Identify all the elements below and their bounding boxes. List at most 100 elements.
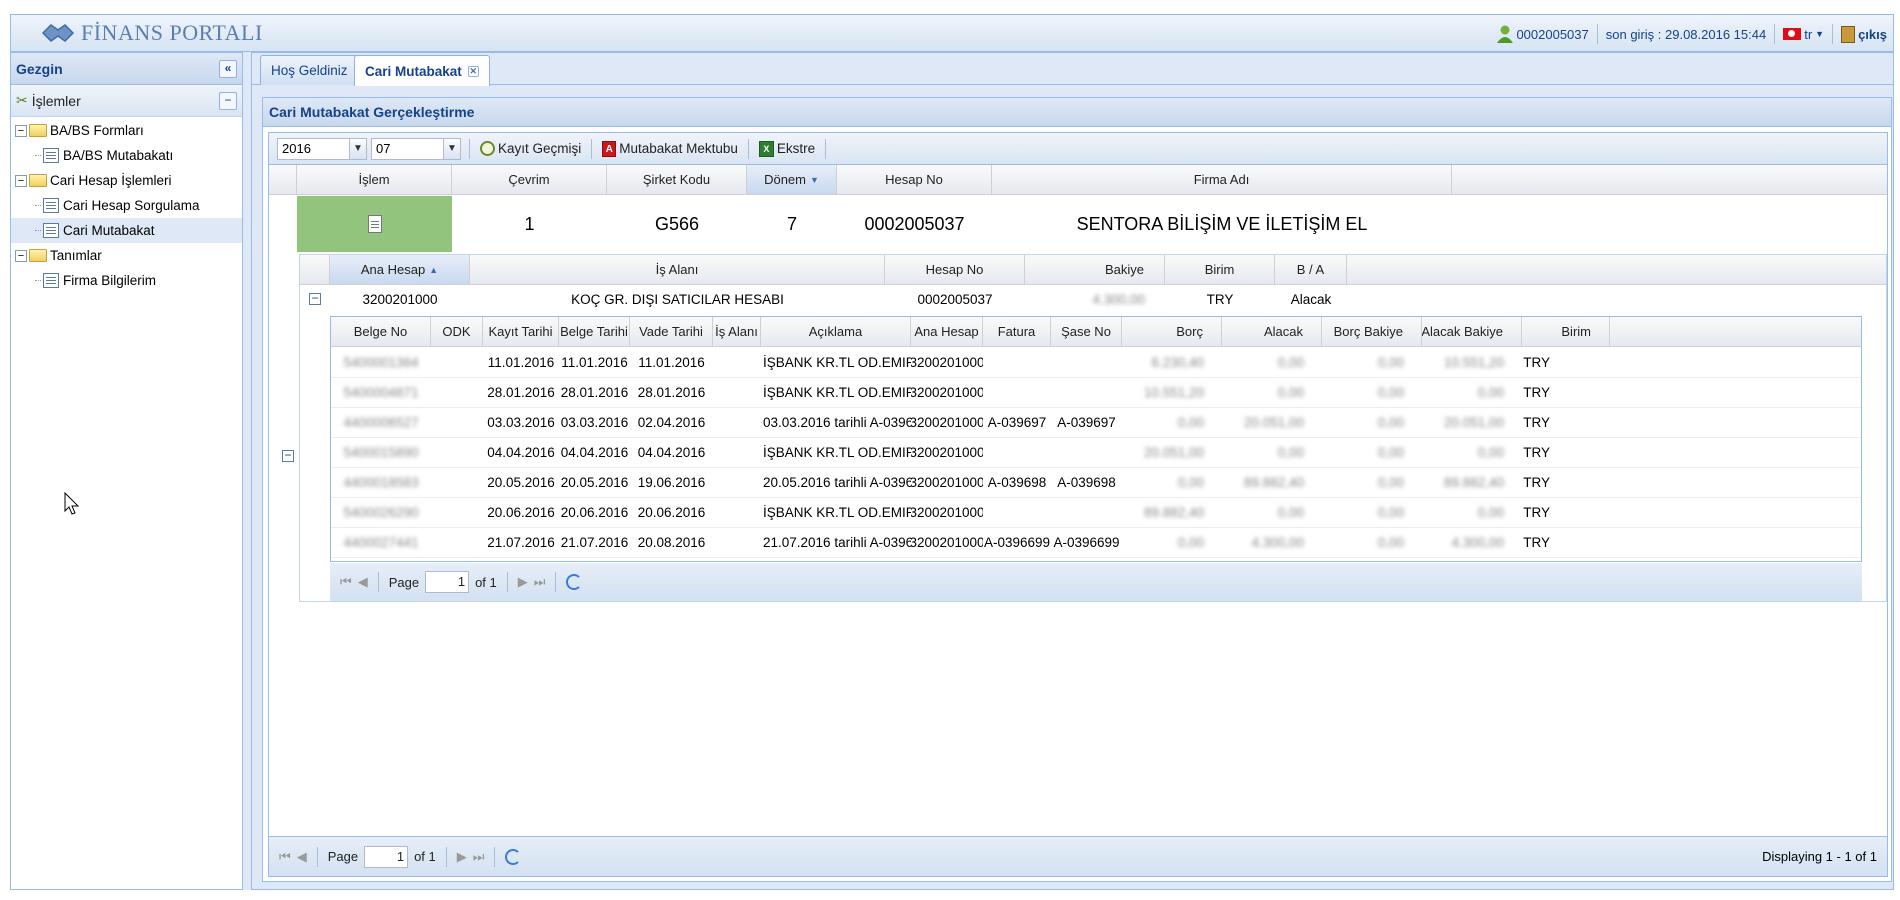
tree-expander-icon[interactable]: − [15, 174, 27, 187]
first-page-icon[interactable]: ⏮ [279, 849, 291, 865]
tree-item[interactable]: Cari Mutabakat [11, 218, 242, 243]
detail-col-header[interactable]: ODK [431, 317, 483, 346]
prev-page-icon[interactable]: ◀ [358, 574, 368, 590]
table-row[interactable]: 5400015890 04.04.2016 04.04.2016 04.04.2016… [331, 438, 1861, 468]
tree-expander-icon[interactable]: − [15, 124, 27, 137]
folder-icon [29, 249, 47, 262]
table-row[interactable]: 5400001364 11.01.2016 11.01.2016 11.01.2016… [331, 348, 1861, 378]
col-donem[interactable]: Dönem ▼ [747, 165, 837, 194]
sub-grid-row[interactable]: − 3200201000 KOÇ GR. DIŞI SATICILAR HESA… [300, 286, 1886, 312]
detail-col-header[interactable]: Borç [1122, 317, 1222, 346]
is-alani-cell: KOÇ GR. DIŞI SATICILAR HESABI [571, 291, 784, 307]
panel-splitter[interactable] [243, 52, 251, 890]
col-bakiye[interactable]: Bakiye [1025, 255, 1165, 284]
next-page-icon[interactable]: ▶ [518, 574, 528, 590]
detail-col-header[interactable]: Borç Bakiye [1322, 317, 1422, 346]
col-ba[interactable]: B / A [1275, 255, 1347, 284]
detail-col-header[interactable]: Kayıt Tarihi [483, 317, 559, 346]
detail-col-header[interactable]: Fatura [983, 317, 1051, 346]
detail-col-header[interactable]: Açıklama [761, 317, 911, 346]
col-firma-adi[interactable]: Firma Adı [992, 165, 1452, 194]
table-cell: 20.06.2016 [560, 505, 629, 520]
tree-item[interactable]: − Tanımlar [11, 243, 242, 268]
col-hesap-no[interactable]: Hesap No [885, 255, 1025, 284]
tree-item[interactable]: − Cari Hesap İşlemleri [11, 168, 242, 193]
bakiye-cell: 4.300,00 [1092, 291, 1145, 307]
main-grid-row[interactable]: 1 G566 7 0002005037 SENTORA BİLİŞİM VE İ… [269, 195, 1887, 253]
table-row[interactable]: 5400004871 28.01.2016 28.01.2016 28.01.2016… [331, 378, 1861, 408]
col-sirket-kodu[interactable]: Şirket Kodu [607, 165, 747, 194]
islemler-header: ✂ İşlemler − [11, 85, 242, 117]
col-hesap-no[interactable]: Hesap No [837, 165, 992, 194]
tree-expander-icon[interactable]: − [15, 249, 27, 262]
collapse-icon[interactable]: − [282, 449, 294, 462]
detail-col-header[interactable]: Alacak Bakiye [1422, 317, 1522, 346]
table-cell: TRY [1523, 415, 1550, 430]
refresh-icon[interactable] [505, 848, 522, 865]
table-cell: 4400027441 [343, 535, 419, 550]
col-birim[interactable]: Birim [1165, 255, 1275, 284]
detail-col-header[interactable]: Vade Tarihi [630, 317, 713, 346]
tree-item[interactable]: Firma Bilgilerim [11, 268, 242, 293]
page-input[interactable]: 1 [425, 571, 470, 593]
language-label: tr [1804, 26, 1813, 42]
table-row[interactable]: 4400027441 21.07.2016 21.07.2016 20.08.2016… [331, 528, 1861, 558]
header-user-area: 0002005037 son giriş : 29.08.2016 15:44 … [1497, 24, 1893, 44]
pager-separator [506, 572, 508, 592]
tab-cari-mutabakat[interactable]: Cari Mutabakat ✕ [354, 55, 490, 86]
table-row[interactable]: 4400018583 20.05.2016 20.05.2016 19.06.2016… [331, 468, 1861, 498]
ana-hesap-cell: 3200201000 [362, 291, 438, 307]
collapse-icon[interactable]: − [309, 293, 321, 305]
detail-col-header[interactable]: Şase No [1051, 317, 1122, 346]
tree-item[interactable]: BA/BS Mutabakatı [11, 143, 242, 168]
col-islem[interactable]: İşlem [297, 165, 452, 194]
tree-item[interactable]: − BA/BS Formları [11, 118, 242, 143]
col-is-alani[interactable]: İş Alanı [470, 255, 885, 284]
tree-item-label: BA/BS Formları [50, 123, 144, 138]
history-button[interactable]: Kayıt Geçmişi [478, 141, 583, 156]
detail-col-header[interactable]: Alacak [1222, 317, 1322, 346]
page-input[interactable]: 1 [364, 845, 409, 868]
logout-label: çıkış [1858, 26, 1887, 42]
detail-col-header[interactable]: Belge Tarihi [559, 317, 630, 346]
language-selector[interactable]: tr ▼ [1783, 27, 1824, 42]
logout-button[interactable]: çıkış [1841, 25, 1887, 43]
last-page-icon[interactable]: ⏭ [473, 849, 485, 865]
collapse-panel-button[interactable]: « [219, 59, 237, 78]
detail-col-header[interactable]: Belge No [331, 317, 431, 346]
table-row[interactable]: 4400006527 03.03.2016 03.03.2016 02.04.2016… [331, 408, 1861, 438]
table-cell: 0,00 [1377, 505, 1404, 520]
refresh-icon[interactable] [566, 574, 583, 590]
table-cell: 10.551,20 [1443, 355, 1504, 370]
tab-hos-geldiniz[interactable]: Hoş Geldiniz [260, 55, 359, 85]
table-cell: 5400015890 [343, 445, 419, 460]
detail-col-header[interactable]: Ana Hesap [911, 317, 983, 346]
sub-row-expander[interactable]: − [300, 293, 330, 305]
statement-button[interactable]: X Ekstre [757, 140, 817, 157]
month-select[interactable]: 07 ▼ [371, 137, 461, 160]
detail-expander[interactable]: − [282, 449, 294, 462]
table-cell: 0,00 [1277, 505, 1304, 520]
col-cevrim[interactable]: Çevrim [452, 165, 607, 194]
detail-col-header[interactable]: Birim [1522, 317, 1610, 346]
col-ana-hesap[interactable]: Ana Hesap ▲ [330, 255, 470, 284]
prev-page-icon[interactable]: ◀ [297, 849, 307, 865]
close-icon[interactable]: ✕ [467, 65, 479, 77]
table-cell: A-039698 [1057, 475, 1116, 490]
year-select[interactable]: 2016 ▼ [277, 137, 367, 160]
table-cell: 04.04.2016 [560, 445, 629, 460]
table-row[interactable]: 5400026290 20.06.2016 20.06.2016 20.06.2016… [331, 498, 1861, 528]
letter-button[interactable]: A Mutabakat Mektubu [600, 140, 740, 157]
detail-col-header[interactable]: İş Alanı [713, 317, 761, 346]
next-page-icon[interactable]: ▶ [457, 849, 467, 865]
first-page-icon[interactable]: ⏮ [340, 574, 352, 590]
last-page-icon[interactable]: ⏭ [534, 574, 546, 590]
table-cell: 3200201000 [911, 445, 983, 460]
user-id: 0002005037 [1516, 26, 1589, 42]
document-icon[interactable] [367, 215, 382, 233]
chevron-down-icon[interactable]: ▼ [443, 138, 460, 159]
chevron-down-icon[interactable]: ▼ [349, 138, 366, 159]
tree-item[interactable]: Cari Hesap Sorgulama [11, 193, 242, 218]
islem-cell[interactable] [297, 196, 452, 252]
collapse-section-button[interactable]: − [219, 91, 237, 110]
